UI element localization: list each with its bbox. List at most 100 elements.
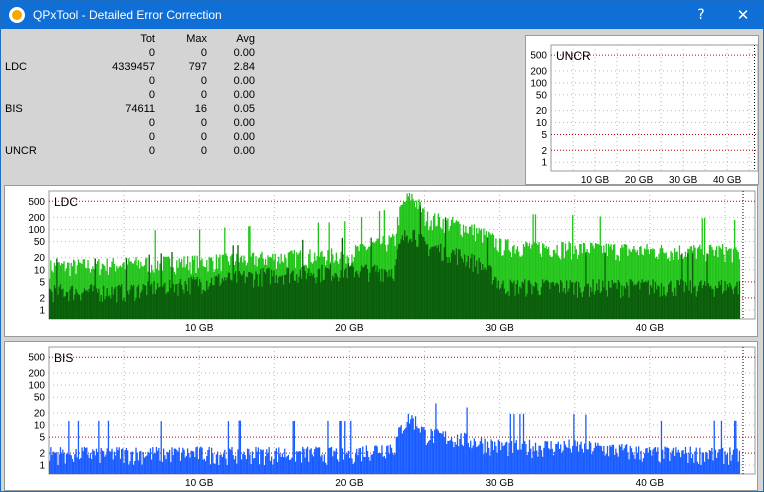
- bis-bar: [354, 454, 357, 474]
- ldc-bar: [654, 282, 657, 319]
- bis-bar: [552, 455, 555, 474]
- ldc-bar: [474, 266, 477, 319]
- ldc-bar: [292, 270, 294, 319]
- ldc-bar: [653, 293, 655, 319]
- x-tick-label: 40 GB: [636, 323, 665, 334]
- ldc-bar: [694, 285, 696, 319]
- bis-bar: [544, 441, 546, 474]
- ldc-bar: [148, 254, 150, 319]
- bis-bar: [516, 449, 519, 474]
- bis-bar: [557, 441, 559, 474]
- ldc-bar: [660, 283, 663, 319]
- ldc-bar: [424, 241, 426, 319]
- bis-bar: [531, 458, 533, 474]
- ldc-bar: [556, 282, 558, 319]
- bis-bar: [720, 420, 723, 474]
- bis-bar: [248, 449, 250, 474]
- bis-bar: [137, 460, 140, 474]
- ldc-bar: [669, 282, 671, 319]
- bis-bar: [195, 447, 197, 474]
- x-tick-label: 20 GB: [335, 323, 364, 334]
- ldc-bar: [107, 296, 110, 319]
- bis-bar: [69, 454, 71, 474]
- ldc-bar: [296, 274, 298, 319]
- stats-header: [3, 32, 83, 46]
- bis-bar: [604, 455, 606, 474]
- bis-bar: [171, 447, 173, 474]
- bis-bar: [719, 449, 721, 474]
- ldc-bar: [468, 268, 471, 319]
- bis-bar: [608, 456, 610, 474]
- ldc-bar: [172, 283, 174, 319]
- bis-bar: [460, 433, 462, 474]
- ldc-bar: [262, 268, 264, 319]
- ldc-bar: [406, 235, 408, 319]
- ldc-bar: [252, 287, 255, 319]
- bis-bar: [162, 448, 165, 474]
- bis-bar: [585, 414, 587, 474]
- bis-bar: [629, 446, 631, 474]
- bis-bar: [444, 431, 447, 474]
- bis-bar: [318, 447, 321, 474]
- close-button[interactable]: ✕: [727, 3, 759, 27]
- stats-cell: 0: [200, 131, 207, 143]
- ldc-bar: [545, 279, 547, 319]
- bis-bar: [435, 403, 437, 474]
- bis-bar: [275, 448, 278, 474]
- bis-bar: [420, 426, 423, 474]
- y-tick-label: 200: [28, 369, 45, 380]
- bis-bar: [696, 461, 699, 474]
- bis-bar: [483, 454, 485, 474]
- title-bar[interactable]: QPxTool - Detailed Error Correction ? ✕: [1, 1, 763, 29]
- y-tick-label: 100: [530, 78, 547, 89]
- bis-bar: [626, 444, 628, 474]
- ldc-bar: [646, 282, 648, 319]
- ldc-bar: [150, 283, 153, 319]
- ldc-bar: [184, 281, 186, 319]
- stats-header: Avg: [236, 33, 255, 45]
- bis-bar: [117, 450, 119, 474]
- bis-bar: [286, 456, 288, 474]
- bis-bar: [334, 451, 336, 474]
- bis-bar: [309, 449, 311, 474]
- bis-bar: [651, 455, 653, 474]
- ldc-bar: [154, 293, 156, 319]
- bis-bar: [498, 441, 501, 474]
- bis-bar: [107, 420, 110, 474]
- bis-bar: [360, 461, 363, 474]
- stats-cell: 0: [148, 47, 155, 59]
- ldc-bar: [98, 288, 100, 319]
- ldc-bar: [404, 230, 406, 319]
- bis-bar: [684, 446, 687, 474]
- bis-bar: [333, 450, 335, 474]
- stats-table: Tot Max Avg 0 0 0.00 LDC 4339457 797 2.84 000…: [3, 32, 255, 158]
- ldc-bar: [521, 281, 523, 319]
- bis-bar: [650, 450, 652, 474]
- ldc-bar: [299, 269, 302, 319]
- bis-bar: [342, 459, 345, 474]
- ldc-bar: [334, 272, 336, 319]
- ldc-bar: [738, 280, 741, 319]
- help-button[interactable]: ?: [685, 3, 717, 27]
- ldc-bar: [594, 291, 597, 319]
- ldc-bar: [657, 285, 659, 319]
- bis-bar: [733, 420, 736, 474]
- bis-bar: [521, 443, 523, 474]
- ldc-bar: [362, 267, 364, 319]
- bis-bar: [166, 451, 168, 474]
- bis-bar: [138, 451, 141, 474]
- ldc-bar: [155, 289, 158, 319]
- ldc-bar: [330, 280, 333, 319]
- stats-row: LDC 4339457 797 2.84: [3, 60, 255, 74]
- ldc-bar: [99, 301, 101, 319]
- ldc-bar: [587, 283, 589, 319]
- bis-bar: [488, 447, 490, 474]
- ldc-bar: [49, 288, 51, 319]
- ldc-bar: [137, 284, 140, 319]
- bis-bar: [82, 451, 84, 474]
- bis-bar: [68, 421, 70, 474]
- ldc-bar: [711, 288, 713, 319]
- ldc-bar: [515, 283, 517, 319]
- bis-bar: [693, 462, 695, 474]
- bis-bar: [143, 457, 146, 474]
